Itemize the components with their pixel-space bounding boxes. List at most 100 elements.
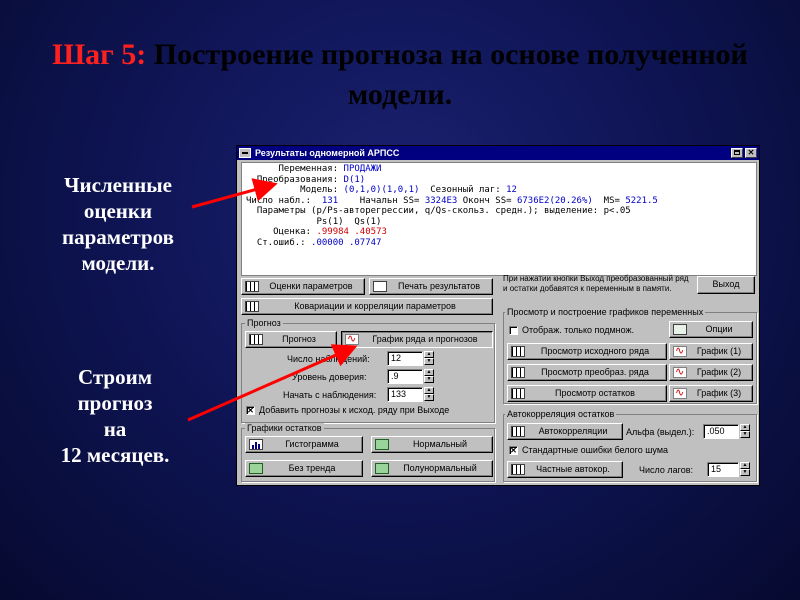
output-value: (0,1,0)(1,0,1)	[343, 185, 420, 195]
options-button[interactable]: Опции	[669, 321, 753, 338]
note-line: прогноз	[77, 391, 153, 415]
print-results-button[interactable]: Печать результатов	[369, 278, 493, 295]
output-line: Число набл.: 131 Начальн SS= 3324E3 Окон…	[246, 196, 752, 207]
histogram-button[interactable]: Гистограмма	[245, 436, 363, 453]
view-original-series-button[interactable]: Просмотр исходного ряда	[507, 343, 667, 360]
covariance-button[interactable]: Ковариации и корреляции параметров	[241, 298, 493, 315]
spin-down-icon[interactable]: ▼	[424, 394, 434, 401]
options-icon	[673, 324, 687, 335]
button-label: График (1)	[696, 346, 742, 356]
half-normal-plot-button[interactable]: Полунормальный	[371, 460, 493, 477]
output-label: Оценка:	[246, 227, 317, 237]
n-obs-field[interactable]: 12	[387, 351, 423, 366]
note-line: оценки	[83, 199, 153, 223]
spin-up-icon[interactable]: ▲	[740, 462, 750, 469]
output-line: Оценка: .99984 .40573	[246, 227, 752, 238]
exit-note: При нажатии кнопки Выход преобразованный…	[503, 274, 689, 293]
param-estimates-button[interactable]: Оценки параметров	[241, 278, 365, 295]
output-label: Ps(1) Qs(1)	[246, 216, 382, 227]
start-obs-stepper[interactable]: ▲ ▼	[424, 387, 434, 402]
start-obs-field[interactable]: 133	[387, 387, 423, 402]
output-label: Начальн SS=	[338, 195, 425, 206]
spin-up-icon[interactable]: ▲	[424, 387, 434, 394]
spin-up-icon[interactable]: ▲	[740, 424, 750, 431]
exit-button[interactable]: Выход	[697, 276, 755, 294]
alpha-field[interactable]: .050	[703, 424, 739, 439]
white-noise-label: Стандартные ошибки белого шума	[522, 445, 669, 455]
note-forecast-12-months: Строим прогноз на 12 месяцев.	[30, 364, 200, 468]
confidence-field[interactable]: .9	[387, 369, 423, 384]
note-parameter-estimates: Численные оценки параметров модели.	[38, 172, 198, 276]
detrended-plot-icon	[249, 463, 263, 474]
normal-plot-icon	[375, 439, 389, 450]
output-value: 5221.5	[625, 195, 658, 206]
alpha-stepper[interactable]: ▲ ▼	[740, 424, 750, 439]
button-label: Печать результатов	[398, 281, 480, 291]
slide-title-step: Шаг 5:	[52, 38, 147, 71]
spin-up-icon[interactable]: ▲	[424, 369, 434, 376]
window-title: Результаты одномерной АРПСС	[255, 148, 400, 158]
table-icon	[511, 367, 525, 378]
close-icon[interactable]: ✕	[745, 148, 757, 158]
output-value: .99984	[316, 227, 349, 237]
output-label: Преобразования:	[246, 174, 344, 185]
forecast-button[interactable]: Прогноз	[245, 331, 337, 348]
line-chart-icon	[345, 332, 359, 347]
button-label: Ковариации и корреляции параметров	[294, 301, 456, 311]
button-label: График ряда и прогнозов	[372, 334, 478, 344]
arima-results-window: Результаты одномерной АРПСС ✕ Переменная…	[236, 145, 760, 486]
histogram-icon	[249, 439, 263, 450]
button-label: Оценки параметров	[269, 281, 353, 291]
spin-down-icon[interactable]: ▼	[424, 358, 434, 365]
spin-down-icon[interactable]: ▼	[740, 469, 750, 476]
detrended-plot-button[interactable]: Без тренда	[245, 460, 363, 477]
spin-down-icon[interactable]: ▼	[740, 431, 750, 438]
view-transformed-series-button[interactable]: Просмотр преобраз. ряда	[507, 364, 667, 381]
append-forecast-checkbox[interactable]: ✕	[246, 406, 255, 415]
spin-down-icon[interactable]: ▼	[424, 376, 434, 383]
view-residuals-button[interactable]: Просмотр остатков	[507, 385, 667, 402]
output-value: D(1)	[343, 174, 366, 185]
note-line: на	[103, 417, 127, 441]
plot-1-button[interactable]: График (1)	[669, 343, 753, 360]
lags-field[interactable]: 15	[707, 462, 739, 477]
spin-up-icon[interactable]: ▲	[424, 351, 434, 358]
output-line: Параметры (p/Ps-авторегрессии, q/Qs-скол…	[246, 206, 752, 217]
button-label: Без тренда	[288, 463, 336, 473]
normal-plot-button[interactable]: Нормальный	[371, 436, 493, 453]
window-titlebar[interactable]: Результаты одномерной АРПСС ✕	[237, 146, 759, 160]
white-noise-checkbox[interactable]: ✕	[509, 446, 518, 455]
button-label: Гистограмма	[285, 439, 339, 449]
maximize-icon[interactable]	[731, 148, 743, 158]
line-chart-icon	[673, 365, 687, 380]
autocorrelations-button[interactable]: Автокорреляции	[507, 423, 623, 440]
output-label: Оконч SS=	[457, 195, 517, 206]
residual-acf-group-label: Автокорреляция остатков	[505, 409, 617, 419]
table-icon	[249, 334, 263, 345]
output-label: MS=	[592, 195, 626, 206]
button-label: Нормальный	[412, 439, 468, 449]
plot-3-button[interactable]: График (3)	[669, 385, 753, 402]
output-label: Сезонный лаг:	[419, 185, 507, 195]
output-label: Ст.ошиб.:	[246, 237, 312, 248]
table-icon	[245, 301, 259, 312]
confidence-stepper[interactable]: ▲ ▼	[424, 369, 434, 384]
button-label: График (2)	[696, 367, 742, 377]
half-normal-plot-icon	[375, 463, 389, 474]
series-forecast-plot-button[interactable]: График ряда и прогнозов	[341, 331, 493, 348]
output-label: Модель:	[246, 185, 344, 195]
table-icon	[511, 464, 525, 475]
n-obs-label: Число наблюдений:	[287, 354, 370, 364]
alpha-label: Альфа (выдел.):	[626, 427, 695, 437]
partial-autocorrelations-button[interactable]: Частные автокор.	[507, 461, 623, 478]
system-menu-icon[interactable]	[239, 148, 251, 158]
table-icon	[511, 388, 525, 399]
plot-2-button[interactable]: График (2)	[669, 364, 753, 381]
output-line: Преобразования: D(1)	[246, 175, 752, 186]
show-subset-checkbox[interactable]	[509, 326, 518, 335]
lags-stepper[interactable]: ▲ ▼	[740, 462, 750, 477]
table-icon	[245, 281, 259, 292]
note-line: Строим	[77, 365, 153, 389]
button-label: График (3)	[696, 388, 742, 398]
n-obs-stepper[interactable]: ▲ ▼	[424, 351, 434, 366]
